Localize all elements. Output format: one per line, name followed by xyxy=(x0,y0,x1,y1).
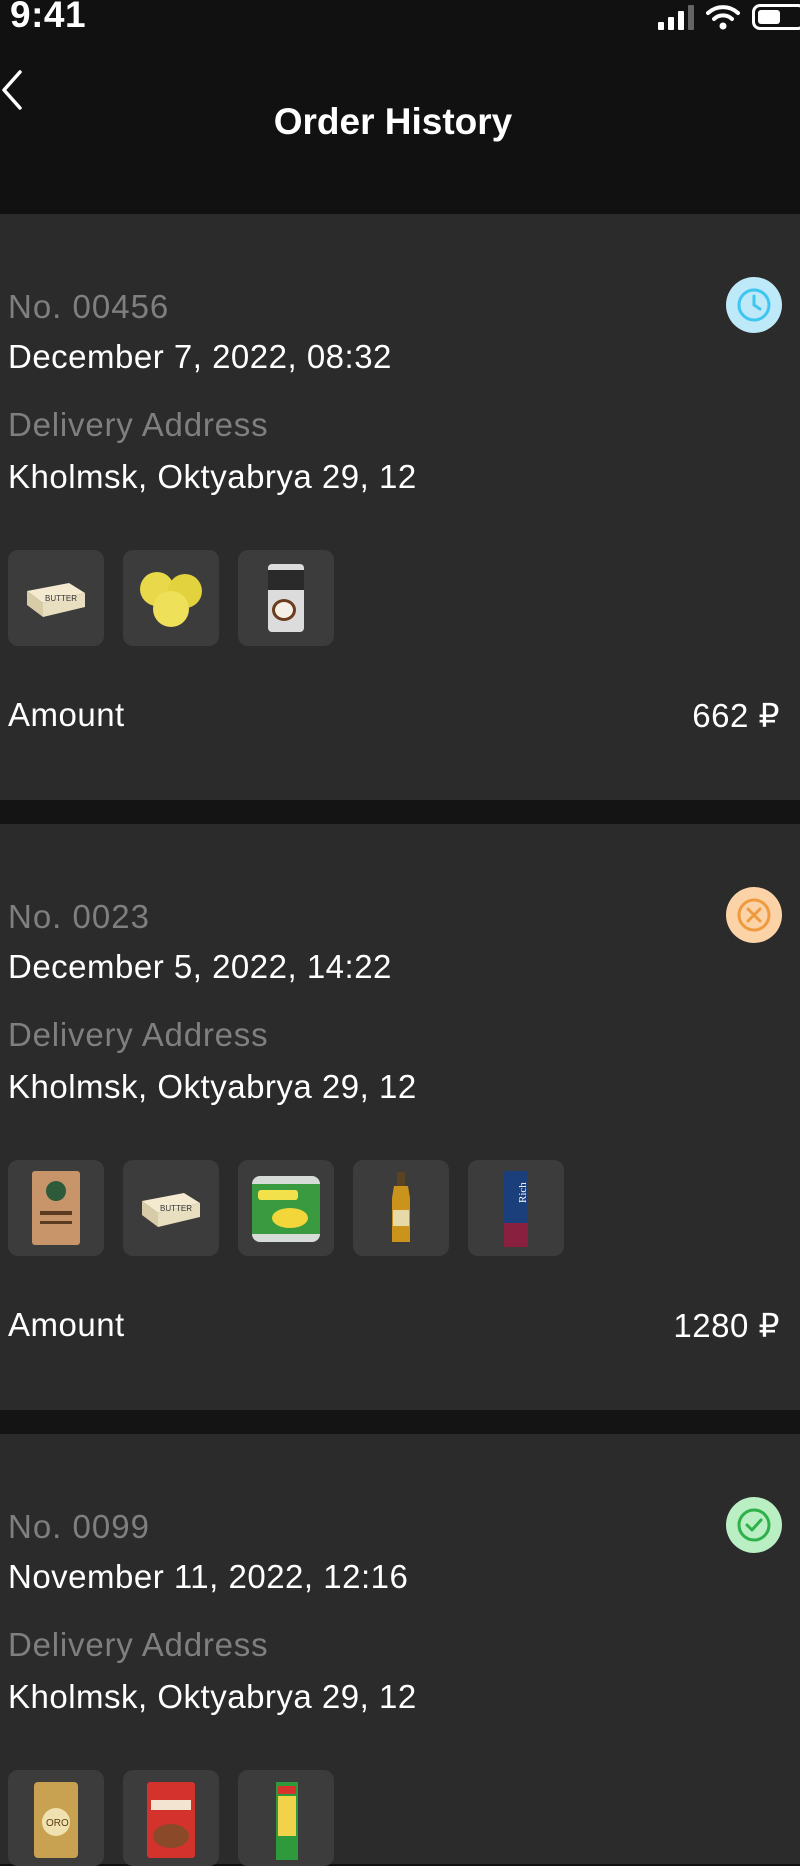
order-amount: 1280 ₽ xyxy=(673,1307,780,1344)
svg-text:ORO: ORO xyxy=(46,1818,69,1829)
battery-icon xyxy=(752,4,800,30)
clock-icon xyxy=(737,288,771,322)
status-time: 9:41 xyxy=(10,0,87,35)
delivery-address-label: Delivery Address xyxy=(8,406,269,443)
order-date: November 11, 2022, 12:16 xyxy=(8,1558,409,1595)
signal-icon xyxy=(658,4,694,30)
product-thumbnail-butter[interactable]: BUTTER xyxy=(123,1160,219,1256)
order-card[interactable]: No. 0023 December 5, 2022, 14:22 Deliver… xyxy=(0,824,800,1410)
product-list: BUTTER xyxy=(8,550,334,646)
delivery-address-label: Delivery Address xyxy=(8,1626,269,1663)
cancel-icon xyxy=(737,898,771,932)
product-thumbnail-flour[interactable] xyxy=(8,1160,104,1256)
product-thumbnail-apples[interactable] xyxy=(123,550,219,646)
order-number: No. 0023 xyxy=(8,898,150,935)
nav-header: Order History xyxy=(0,60,800,184)
status-icons xyxy=(658,0,800,34)
delivery-address: Kholmsk, Oktyabrya 29, 12 xyxy=(8,1068,417,1105)
order-card[interactable]: No. 00456 December 7, 2022, 08:32 Delive… xyxy=(0,214,800,800)
product-thumbnail-buckwheat[interactable] xyxy=(123,1770,219,1866)
product-list: BUTTER Rich xyxy=(8,1160,564,1256)
product-thumbnail-butter[interactable]: BUTTER xyxy=(8,550,104,646)
order-date: December 7, 2022, 08:32 xyxy=(8,338,392,375)
product-thumbnail-juice[interactable]: Rich xyxy=(468,1160,564,1256)
wifi-icon xyxy=(706,5,740,30)
pending-status-icon xyxy=(726,277,782,333)
card-separator xyxy=(0,1410,800,1434)
order-number: No. 00456 xyxy=(8,288,170,325)
product-thumbnail-oil[interactable] xyxy=(353,1160,449,1256)
product-thumbnail-coffee[interactable]: ORO xyxy=(8,1770,104,1866)
product-thumbnail-corn[interactable] xyxy=(238,1160,334,1256)
order-card[interactable]: No. 0099 November 11, 2022, 12:16 Delive… xyxy=(0,1434,800,1866)
svg-text:Rich: Rich xyxy=(517,1182,529,1203)
delivery-address: Kholmsk, Oktyabrya 29, 12 xyxy=(8,1678,417,1715)
status-bar: 9:41 xyxy=(0,0,800,40)
amount-label: Amount xyxy=(8,1306,125,1343)
card-separator xyxy=(0,800,800,824)
page-title: Order History xyxy=(273,101,513,142)
check-icon xyxy=(737,1508,771,1542)
completed-status-icon xyxy=(726,1497,782,1553)
delivery-address-label: Delivery Address xyxy=(8,1016,269,1053)
order-amount: 662 ₽ xyxy=(692,697,780,734)
product-thumbnail-coconut-milk[interactable] xyxy=(238,550,334,646)
svg-text:BUTTER: BUTTER xyxy=(45,594,77,603)
cancelled-status-icon xyxy=(726,887,782,943)
delivery-address: Kholmsk, Oktyabrya 29, 12 xyxy=(8,458,417,495)
amount-label: Amount xyxy=(8,696,125,733)
order-number: No. 0099 xyxy=(8,1508,150,1545)
product-thumbnail-spaghetti[interactable] xyxy=(238,1770,334,1866)
svg-text:BUTTER: BUTTER xyxy=(160,1204,192,1213)
order-date: December 5, 2022, 14:22 xyxy=(8,948,392,985)
product-list: ORO xyxy=(8,1770,334,1866)
